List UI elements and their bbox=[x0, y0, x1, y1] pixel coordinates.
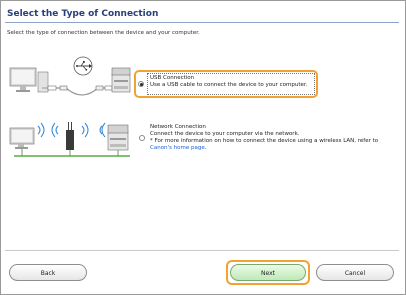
back-button[interactable]: Back bbox=[9, 264, 87, 281]
page-title: Select the Type of Connection bbox=[7, 9, 159, 19]
title-divider bbox=[5, 22, 399, 23]
usb-connection-radio[interactable] bbox=[138, 81, 144, 87]
footer-divider bbox=[5, 250, 399, 251]
page-subtitle: Select the type of connection between th… bbox=[7, 30, 200, 36]
printer-icon bbox=[107, 124, 129, 156]
network-connection-illustration bbox=[9, 122, 130, 157]
usb-cable-icon bbox=[42, 85, 113, 96]
usb-option-title: USB Connection bbox=[150, 75, 195, 81]
network-connection-radio[interactable] bbox=[139, 135, 145, 141]
usb-connection-illustration bbox=[9, 56, 131, 96]
canon-homepage-link[interactable]: Canon's home page bbox=[150, 145, 205, 151]
printer-icon bbox=[111, 67, 131, 93]
network-option-title[interactable]: Network Connection bbox=[150, 124, 206, 131]
link-suffix: . bbox=[204, 145, 207, 151]
cancel-button[interactable]: Cancel bbox=[316, 264, 394, 281]
usb-option-description: Use a USB cable to connect the device to… bbox=[150, 82, 308, 88]
network-option-note: * For more information on how to connect… bbox=[150, 138, 379, 144]
canon-homepage-line: Canon's home page. bbox=[150, 145, 207, 152]
usb-symbol-icon bbox=[73, 56, 93, 76]
network-option-description: Connect the device to your computer via … bbox=[150, 131, 300, 137]
computer-icon bbox=[9, 127, 35, 156]
router-icon bbox=[66, 122, 74, 156]
next-button[interactable]: Next bbox=[230, 264, 306, 281]
